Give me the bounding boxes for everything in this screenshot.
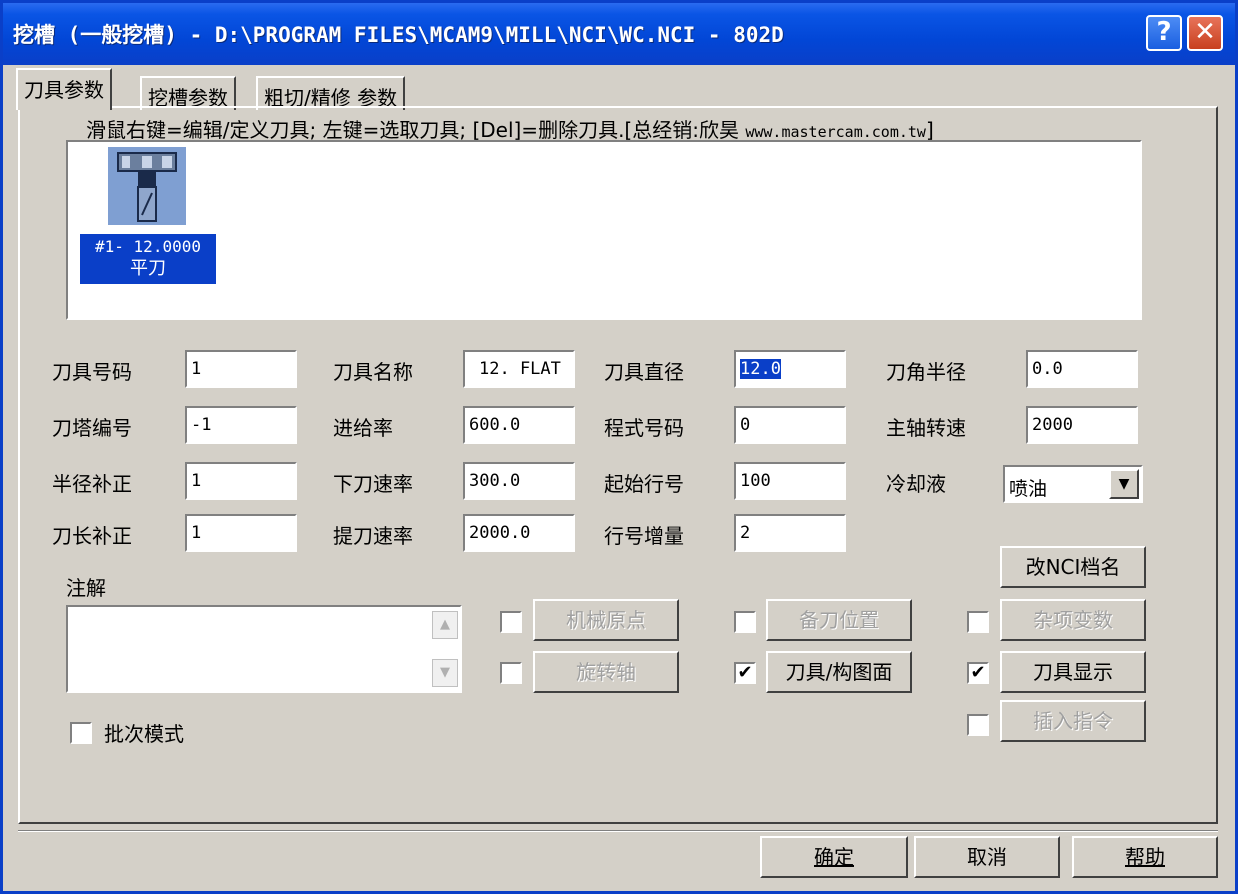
divider: [18, 830, 1218, 832]
tool-name-label: 刀具名称: [333, 360, 413, 384]
coolant-label: 冷却液: [886, 472, 946, 496]
tool-hint: 滑鼠右键=编辑/定义刀具; 左键=选取刀具; [Del]=删除刀具.[总经销:欣…: [86, 114, 934, 143]
scroll-down-icon[interactable]: ▼: [432, 659, 458, 687]
batch-mode-label: 批次模式: [104, 722, 184, 746]
tool-list[interactable]: [66, 140, 1142, 320]
misc-values-button[interactable]: 杂项变数: [1000, 599, 1146, 641]
batch-mode-checkbox[interactable]: [70, 722, 92, 744]
corner-radius-label: 刀角半径: [886, 360, 966, 384]
hint-text: 滑鼠右键=编辑/定义刀具; 左键=选取刀具; [Del]=删除刀具.[总经销:欣…: [86, 118, 746, 142]
spindle-speed-label: 主轴转速: [886, 416, 966, 440]
rotary-axis-checkbox[interactable]: [500, 662, 522, 684]
close-icon[interactable]: ✕: [1187, 15, 1223, 51]
spindle-speed-field[interactable]: 2000: [1026, 406, 1138, 444]
tool-display-button[interactable]: 刀具显示: [1000, 651, 1146, 693]
tool-diameter-label: 刀具直径: [604, 360, 684, 384]
ok-button-label: 确定: [814, 845, 854, 869]
tool-item-type: 平刀: [130, 258, 166, 279]
comment-textarea[interactable]: ▲ ▼: [66, 605, 462, 693]
tab-tool-params[interactable]: 刀具参数: [16, 68, 112, 110]
scroll-up-icon[interactable]: ▲: [432, 611, 458, 639]
canned-text-button[interactable]: 插入指令: [1000, 700, 1146, 742]
hint-url: www.mastercam.com.tw: [745, 123, 926, 141]
coolant-select[interactable]: 喷油 ▼: [1003, 465, 1143, 503]
title-bar[interactable]: 挖槽 (一般挖槽) - D:\PROGRAM FILES\MCAM9\MILL\…: [3, 3, 1235, 65]
corner-radius-field[interactable]: 0.0: [1026, 350, 1138, 388]
start-seq-label: 起始行号: [604, 472, 684, 496]
tool-plane-check: ✔: [737, 662, 753, 683]
seq-increment-label: 行号增量: [604, 524, 684, 548]
retract-rate-label: 提刀速率: [333, 524, 413, 548]
flat-endmill-icon[interactable]: [108, 147, 186, 225]
misc-values-checkbox[interactable]: [967, 611, 989, 633]
dia-offset-label: 半径补正: [52, 472, 132, 496]
comment-label: 注解: [66, 576, 106, 600]
turret-number-field[interactable]: -1: [185, 406, 297, 444]
help-button[interactable]: 帮助: [1072, 836, 1218, 878]
program-number-field[interactable]: 0: [734, 406, 846, 444]
rename-nci-button[interactable]: 改NCI档名: [1000, 546, 1146, 588]
program-number-label: 程式号码: [604, 416, 684, 440]
home-pos-checkbox[interactable]: [500, 611, 522, 633]
help-button-label: 帮助: [1125, 845, 1165, 869]
rotary-axis-button[interactable]: 旋转轴: [533, 651, 679, 693]
chevron-down-icon[interactable]: ▼: [1109, 469, 1139, 499]
tool-display-check: ✔: [970, 662, 986, 683]
tool-number-field[interactable]: 1: [185, 350, 297, 388]
canned-text-checkbox[interactable]: [967, 714, 989, 736]
feed-rate-field[interactable]: 600.0: [463, 406, 575, 444]
tool-number-label: 刀具号码: [52, 360, 132, 384]
hint-close: ]: [925, 118, 934, 142]
ok-button[interactable]: 确定: [760, 836, 908, 878]
plunge-rate-label: 下刀速率: [333, 472, 413, 496]
dia-offset-field[interactable]: 1: [185, 462, 297, 500]
tool-plane-checkbox[interactable]: ✔: [734, 662, 756, 684]
window-title: 挖槽 (一般挖槽) - D:\PROGRAM FILES\MCAM9\MILL\…: [13, 23, 784, 47]
turret-number-label: 刀塔编号: [52, 416, 132, 440]
cancel-button[interactable]: 取消: [914, 836, 1060, 878]
len-offset-field[interactable]: 1: [185, 514, 297, 552]
tool-display-checkbox[interactable]: ✔: [967, 662, 989, 684]
tab-pocket-params[interactable]: 挖槽参数: [140, 76, 236, 110]
coolant-value: 喷油: [1009, 478, 1048, 500]
plunge-rate-field[interactable]: 300.0: [463, 462, 575, 500]
tool-diameter-value: 12.0: [740, 359, 781, 379]
start-seq-field[interactable]: 100: [734, 462, 846, 500]
ref-point-button[interactable]: 备刀位置: [766, 599, 912, 641]
tool-item-label[interactable]: #1- 12.0000 平刀: [80, 234, 216, 284]
home-pos-button[interactable]: 机械原点: [533, 599, 679, 641]
tool-item-number: #1- 12.0000: [95, 237, 201, 256]
help-icon[interactable]: ?: [1146, 15, 1182, 51]
tab-rough-finish-params[interactable]: 粗切/精修 参数: [256, 76, 406, 110]
tool-plane-button[interactable]: 刀具/构图面: [766, 651, 912, 693]
tool-diameter-field[interactable]: 12.0: [734, 350, 846, 388]
len-offset-label: 刀长补正: [52, 524, 132, 548]
feed-rate-label: 进给率: [333, 416, 393, 440]
seq-increment-field[interactable]: 2: [734, 514, 846, 552]
tool-name-field[interactable]: 12. FLAT: [463, 350, 575, 388]
retract-rate-field[interactable]: 2000.0: [463, 514, 575, 552]
ref-point-checkbox[interactable]: [734, 611, 756, 633]
